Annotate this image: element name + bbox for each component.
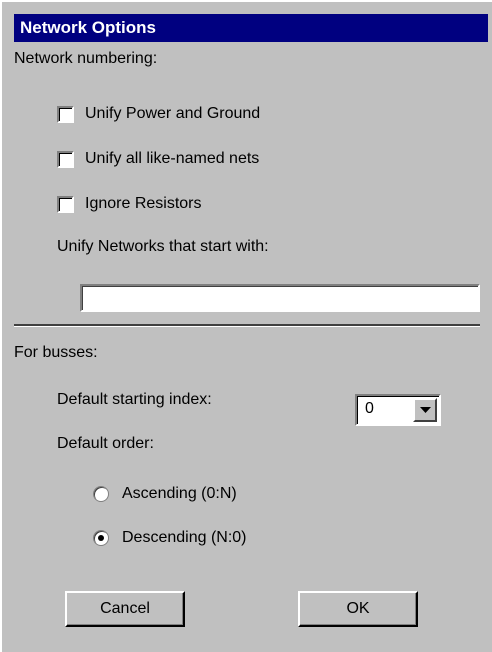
unify-power-ground-option[interactable]: Unify Power and Ground xyxy=(57,103,260,125)
cancel-button-label: Cancel xyxy=(100,600,150,617)
busses-label: For busses: xyxy=(14,344,98,361)
descending-option[interactable]: Descending (N:0) xyxy=(93,527,247,549)
ok-button[interactable]: OK xyxy=(298,591,418,627)
unify-power-ground-checkbox[interactable] xyxy=(57,105,74,123)
network-numbering-label: Network numbering: xyxy=(14,50,158,67)
dropdown-arrow-icon[interactable] xyxy=(413,398,437,422)
title-bar: Network Options xyxy=(14,14,488,42)
unify-like-named-option[interactable]: Unify all like-named nets xyxy=(57,148,259,170)
section-divider xyxy=(14,324,480,327)
start-index-value: 0 xyxy=(365,400,374,417)
ignore-resistors-label: Ignore Resistors xyxy=(85,195,202,212)
unify-prefix-label: Unify Networks that start with: xyxy=(57,238,269,255)
start-index-label: Default starting index: xyxy=(57,391,212,408)
unify-like-named-label: Unify all like-named nets xyxy=(85,150,260,167)
network-options-dialog: Network Options Network numbering: Unify… xyxy=(0,0,492,652)
unify-prefix-input[interactable] xyxy=(80,284,480,312)
unify-power-ground-label: Unify Power and Ground xyxy=(85,105,261,122)
descending-label: Descending (N:0) xyxy=(122,529,247,546)
ascending-label: Ascending (0:N) xyxy=(122,485,237,502)
unify-like-named-checkbox[interactable] xyxy=(57,150,74,168)
ok-button-label: OK xyxy=(346,600,370,617)
ascending-option[interactable]: Ascending (0:N) xyxy=(93,483,237,505)
ascending-radio[interactable] xyxy=(93,486,109,502)
cancel-button[interactable]: Cancel xyxy=(65,591,185,627)
ignore-resistors-option[interactable]: Ignore Resistors xyxy=(57,193,202,215)
default-order-label: Default order: xyxy=(57,435,154,452)
ignore-resistors-checkbox[interactable] xyxy=(57,195,74,213)
start-index-select[interactable]: 0 xyxy=(355,394,441,426)
dialog-title: Network Options xyxy=(20,18,157,37)
descending-radio[interactable] xyxy=(93,530,109,546)
